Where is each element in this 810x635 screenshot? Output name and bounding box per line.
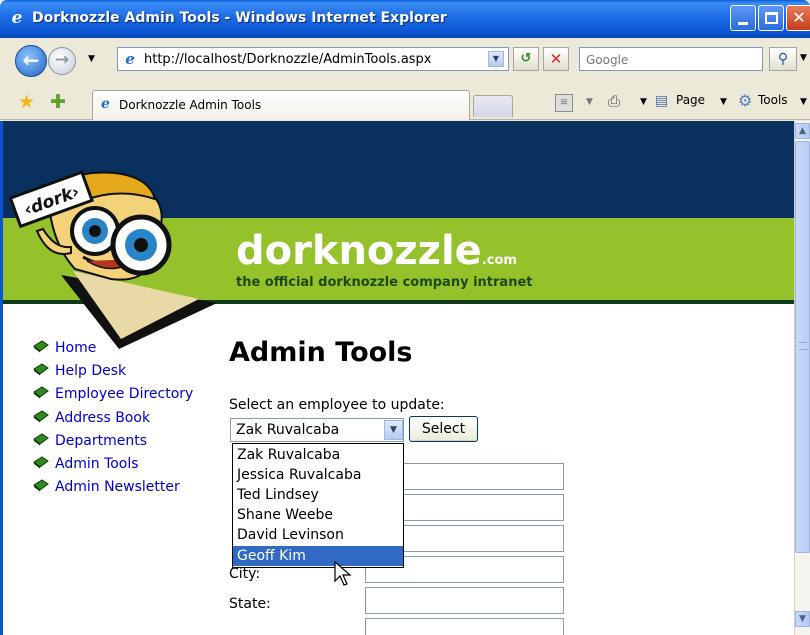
page-dropdown-icon[interactable]: ▼ xyxy=(720,97,727,107)
nav-label: Address Book xyxy=(55,409,151,426)
maximize-button[interactable] xyxy=(758,5,784,31)
brand-suffix: .com xyxy=(481,253,517,268)
feeds-icon[interactable]: ≋ xyxy=(555,94,573,112)
search-button[interactable]: ⚲ xyxy=(769,47,797,71)
maximize-icon xyxy=(765,12,778,24)
nav-label: Home xyxy=(55,340,97,356)
tools-dropdown-icon[interactable]: ▼ xyxy=(800,97,807,107)
page-viewport: ‹dork› dorknozzle.com the official dorkn… xyxy=(0,121,794,635)
feeds-dropdown-icon[interactable]: ▼ xyxy=(586,97,593,107)
employee-select-prompt: Select an employee to update: xyxy=(229,397,445,413)
dropdown-option-highlighted[interactable]: Geoff Kim xyxy=(233,546,403,566)
dropdown-option[interactable]: Ted Lindsey xyxy=(233,485,403,505)
dropdown-option[interactable]: David Levinson xyxy=(233,525,403,545)
favorites-star-icon[interactable]: ★ xyxy=(18,91,35,113)
nav-label: Employee Directory xyxy=(55,386,194,403)
address-bar[interactable]: e http://localhost/Dorknozzle/AdminTools… xyxy=(117,47,509,71)
zip-field[interactable] xyxy=(365,618,564,635)
refresh-icon: ↺ xyxy=(520,51,532,66)
forward-arrow-icon: → xyxy=(54,50,70,70)
book-icon xyxy=(33,386,49,399)
search-box[interactable]: Google xyxy=(579,47,763,71)
history-dropdown-icon[interactable]: ▼ xyxy=(88,54,95,64)
book-icon xyxy=(33,363,49,376)
nav-label: Departments xyxy=(55,432,148,449)
scroll-down-icon[interactable]: ▼ xyxy=(795,611,810,627)
search-options-dropdown-icon[interactable]: ▼ xyxy=(800,53,807,63)
mouse-pointer-icon xyxy=(334,561,352,586)
window-title-bar: e Dorknozzle Admin Tools - Windows Inter… xyxy=(0,0,810,38)
nav-label: Help Desk xyxy=(55,363,127,380)
refresh-button[interactable]: ↺ xyxy=(513,47,539,71)
forward-button[interactable]: → xyxy=(48,47,76,75)
tools-menu[interactable]: Tools xyxy=(758,93,788,107)
close-icon: ✕ xyxy=(792,8,806,27)
nav-label: Admin Tools xyxy=(55,455,139,472)
page-menu[interactable]: Page xyxy=(676,93,705,107)
grip-icon xyxy=(799,342,807,350)
dork-mascot-logo: ‹dork› xyxy=(8,170,217,349)
print-dropdown-icon[interactable]: ▼ xyxy=(640,97,647,107)
back-arrow-icon: ← xyxy=(22,48,40,72)
employee-dropdown-list: Zak Ruvalcaba Jessica Ruvalcaba Ted Lind… xyxy=(232,443,404,568)
site-tagline: the official dorknozzle company intranet xyxy=(236,275,533,290)
tab-label: Dorknozzle Admin Tools xyxy=(119,98,262,112)
book-icon xyxy=(33,479,49,492)
tab-ie-icon: e xyxy=(101,96,110,112)
ie-icon: e xyxy=(11,8,23,28)
tab-admin-tools[interactable]: e Dorknozzle Admin Tools xyxy=(92,90,470,120)
book-icon xyxy=(33,340,49,353)
page-icon: ▤ xyxy=(655,93,669,109)
book-icon xyxy=(33,433,49,446)
site-brand: dorknozzle.com xyxy=(236,228,517,274)
stop-button[interactable]: ✕ xyxy=(543,47,569,71)
window-title: Dorknozzle Admin Tools - Windows Interne… xyxy=(32,10,447,26)
dropdown-option[interactable]: Zak Ruvalcaba xyxy=(233,445,403,465)
nav-label: Admin Newsletter xyxy=(55,479,180,496)
dropdown-option[interactable]: Shane Weebe xyxy=(233,505,403,525)
navigation-bar: ← → ▼ e http://localhost/Dorknozzle/Admi… xyxy=(0,38,810,84)
stop-icon: ✕ xyxy=(549,50,563,68)
dropdown-option[interactable]: Jessica Ruvalcaba xyxy=(233,465,403,485)
address-dropdown-icon[interactable]: ▼ xyxy=(488,51,504,67)
minimize-button[interactable] xyxy=(730,5,756,31)
book-icon xyxy=(33,456,49,469)
book-icon xyxy=(33,409,49,423)
close-button[interactable]: ✕ xyxy=(786,5,810,31)
search-icon: ⚲ xyxy=(777,51,789,67)
employee-dropdown-value: Zak Ruvalcaba xyxy=(236,422,340,438)
gear-icon: ⚙ xyxy=(738,91,753,110)
scroll-up-icon[interactable]: ▲ xyxy=(795,123,810,139)
tab-bar: ★ ✚ e Dorknozzle Admin Tools ≋ ▼ ⎙ ▼ ▤ P… xyxy=(0,84,810,120)
back-button[interactable]: ← xyxy=(15,45,47,77)
city-label: City: xyxy=(229,566,261,582)
page-title: Admin Tools xyxy=(229,337,413,368)
new-tab-button[interactable] xyxy=(473,95,513,117)
minimize-icon xyxy=(738,22,748,25)
vertical-scrollbar[interactable]: ▲ ▼ xyxy=(794,121,810,635)
chevron-down-icon[interactable]: ▼ xyxy=(384,420,403,440)
page-ie-icon: e xyxy=(125,50,135,68)
address-input[interactable]: http://localhost/Dorknozzle/AdminTools.a… xyxy=(144,52,432,67)
select-button[interactable]: Select xyxy=(409,416,478,442)
add-favorites-icon[interactable]: ✚ xyxy=(50,91,66,113)
employee-dropdown[interactable]: Zak Ruvalcaba ▼ xyxy=(230,418,404,442)
state-label: State: xyxy=(229,596,271,612)
print-icon[interactable]: ⎙ xyxy=(608,92,620,110)
brand-name: dorknozzle xyxy=(236,228,482,274)
search-input[interactable]: Google xyxy=(586,53,628,67)
scrollbar-thumb[interactable] xyxy=(795,141,810,553)
state-field[interactable] xyxy=(365,587,564,614)
